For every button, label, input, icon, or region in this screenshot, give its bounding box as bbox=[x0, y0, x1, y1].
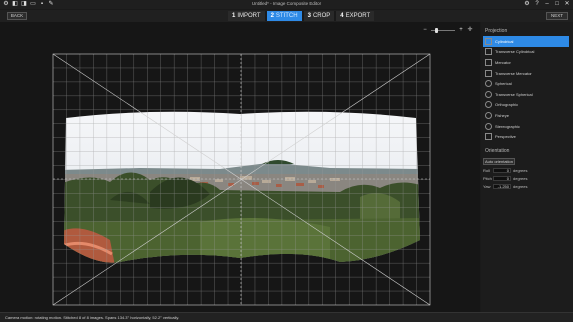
projection-cylindrical[interactable]: Cylindrical bbox=[483, 36, 569, 47]
projection-label: Transverse Cylindrical bbox=[495, 49, 535, 55]
title-bar: ⚙ ◧ ◨ ▭ ▪ ✎ Untitled* - Image Composite … bbox=[0, 0, 573, 9]
step-crop[interactable]: 3 CROP bbox=[303, 11, 335, 21]
projection-label: Transverse Spherical bbox=[495, 91, 533, 97]
projection-label: Mercator bbox=[495, 59, 511, 65]
transverse-cylindrical-icon bbox=[485, 48, 492, 56]
step-number: 4 bbox=[340, 13, 344, 19]
roll-unit: degrees bbox=[513, 167, 528, 173]
yaw-label: Yaw bbox=[483, 183, 491, 189]
step-export[interactable]: 4 EXPORT bbox=[336, 11, 375, 21]
roll-row: Roll 0 degrees bbox=[483, 167, 569, 173]
settings-panel: Projection Cylindrical Transverse Cylind… bbox=[481, 22, 573, 312]
step-bar: BACK 1 IMPORT 2 STITCH 3 CROP 4 EXPORT N… bbox=[0, 10, 573, 22]
back-button[interactable]: BACK bbox=[7, 12, 27, 20]
minimize-icon[interactable]: – bbox=[544, 1, 550, 7]
pitch-unit: degrees bbox=[513, 175, 528, 181]
projection-label: Orthographic bbox=[495, 102, 519, 108]
orientation-section: Orientation Auto orientation Roll 0 degr… bbox=[483, 148, 569, 189]
projection-transverse-cylindrical[interactable]: Transverse Cylindrical bbox=[483, 47, 569, 58]
spherical-icon bbox=[485, 80, 492, 88]
projection-fisheye[interactable]: Fisheye bbox=[483, 110, 569, 121]
projection-label: Stereographic bbox=[495, 123, 520, 129]
next-button[interactable]: NEXT bbox=[546, 12, 568, 20]
workflow-steps: 1 IMPORT 2 STITCH 3 CROP 4 EXPORT bbox=[228, 11, 375, 21]
projection-transverse-mercator[interactable]: Transverse Mercator bbox=[483, 68, 569, 79]
step-number: 2 bbox=[270, 13, 274, 19]
yaw-input[interactable]: -1.250 bbox=[493, 183, 511, 189]
mercator-icon bbox=[485, 58, 492, 66]
pitch-row: Pitch 0 degrees bbox=[483, 175, 569, 181]
transverse-mercator-icon bbox=[485, 69, 492, 77]
yaw-unit: degrees bbox=[513, 183, 528, 189]
perspective-icon bbox=[485, 133, 492, 141]
panorama-canvas[interactable]: − + ✛ bbox=[0, 22, 480, 312]
panorama-image bbox=[64, 111, 420, 263]
orthographic-icon bbox=[485, 101, 492, 109]
close-icon[interactable]: ✕ bbox=[564, 1, 570, 7]
projection-label: Transverse Mercator bbox=[495, 70, 532, 76]
projection-title: Projection bbox=[485, 28, 508, 34]
panorama-preview[interactable] bbox=[0, 22, 480, 312]
step-number: 1 bbox=[232, 13, 236, 19]
stereographic-icon bbox=[485, 122, 492, 130]
maximize-icon[interactable]: □ bbox=[554, 1, 560, 7]
gear-icon[interactable]: ⚙ bbox=[524, 1, 530, 7]
step-label: STITCH bbox=[275, 13, 298, 19]
roll-input[interactable]: 0 bbox=[493, 167, 511, 173]
cylindrical-icon bbox=[485, 37, 492, 45]
projection-spherical[interactable]: Spherical bbox=[483, 78, 569, 89]
yaw-row: Yaw -1.250 degrees bbox=[483, 183, 569, 189]
fisheye-icon bbox=[485, 111, 492, 119]
transverse-spherical-icon bbox=[485, 90, 492, 98]
status-bar: Camera motion: rotating motion. Stitched… bbox=[0, 312, 573, 322]
projection-perspective[interactable]: Perspective bbox=[483, 131, 569, 142]
projection-label: Perspective bbox=[495, 134, 516, 140]
window-controls: ⚙ ? – □ ✕ bbox=[524, 1, 570, 7]
step-label: IMPORT bbox=[237, 13, 261, 19]
roll-label: Roll bbox=[483, 167, 490, 173]
projection-orthographic[interactable]: Orthographic bbox=[483, 100, 569, 111]
step-label: CROP bbox=[312, 13, 331, 19]
projection-stereographic[interactable]: Stereographic bbox=[483, 121, 569, 132]
step-number: 3 bbox=[307, 13, 311, 19]
pitch-input[interactable]: 0 bbox=[493, 175, 511, 181]
projection-mercator[interactable]: Mercator bbox=[483, 57, 569, 68]
window-title: Untitled* - Image Composite Editor bbox=[251, 1, 322, 6]
step-label: EXPORT bbox=[345, 13, 371, 19]
projection-label: Spherical bbox=[495, 81, 512, 87]
pitch-label: Pitch bbox=[483, 175, 492, 181]
orientation-title: Orientation bbox=[485, 148, 510, 154]
step-stitch[interactable]: 2 STITCH bbox=[266, 11, 302, 21]
projection-list: Cylindrical Transverse Cylindrical Merca… bbox=[483, 36, 569, 142]
step-import[interactable]: 1 IMPORT bbox=[228, 11, 265, 21]
projection-label: Fisheye bbox=[495, 112, 510, 118]
projection-label: Cylindrical bbox=[495, 38, 514, 44]
auto-orientation-button[interactable]: Auto orientation bbox=[483, 158, 515, 165]
help-icon[interactable]: ? bbox=[534, 1, 540, 7]
projection-transverse-spherical[interactable]: Transverse Spherical bbox=[483, 89, 569, 100]
